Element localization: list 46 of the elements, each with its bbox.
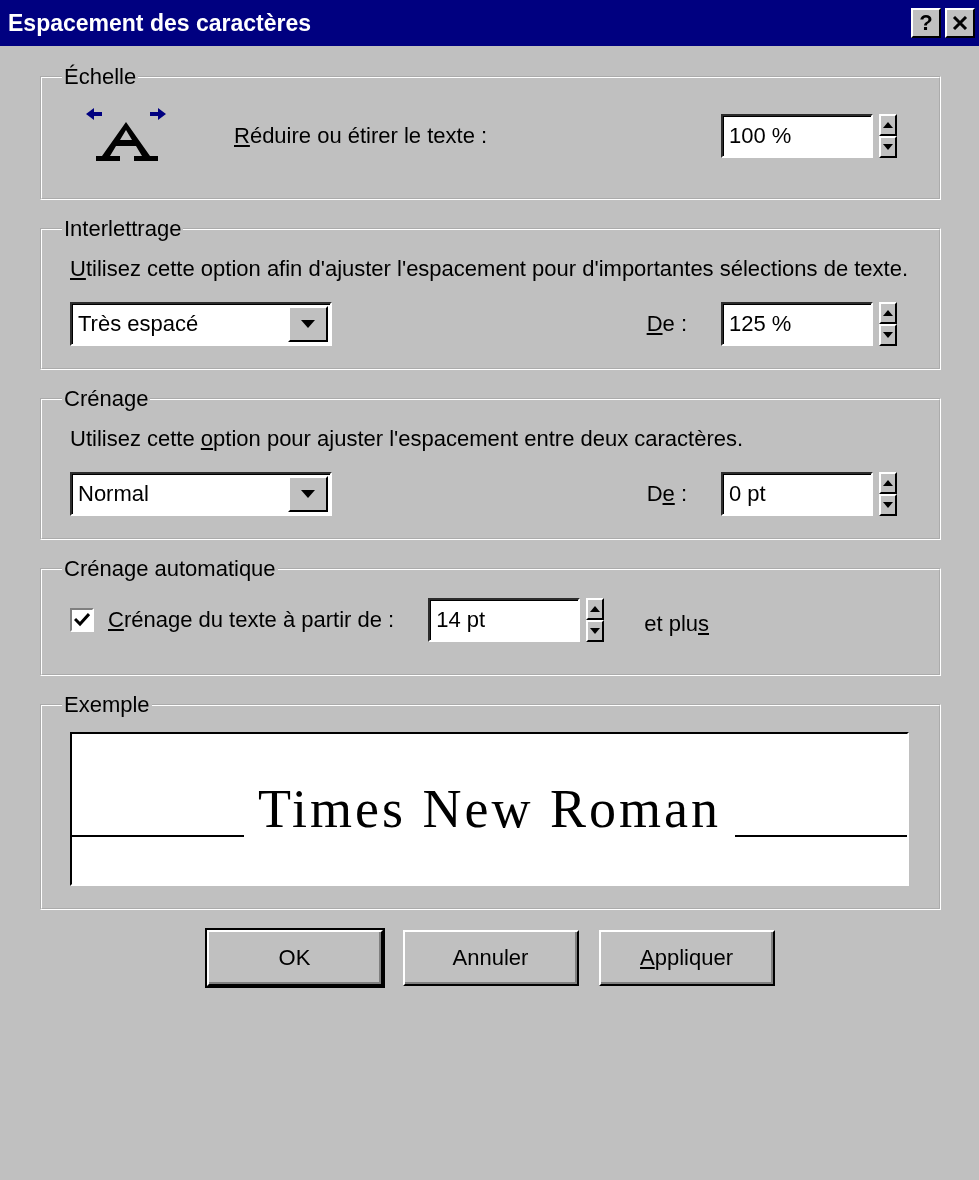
- down-arrow-icon: [590, 628, 601, 634]
- down-arrow-icon: [883, 332, 893, 338]
- dialog-button[interactable]: Annuler: [402, 930, 579, 986]
- window-title: Espacement des caractères: [8, 9, 313, 37]
- dialog-button[interactable]: Appliquer: [598, 930, 775, 986]
- spin-up-button[interactable]: [879, 472, 897, 494]
- spin-down-button[interactable]: [879, 494, 897, 516]
- suffix-label: et plus: [644, 611, 709, 637]
- spacing-dropdown[interactable]: Très espacé: [70, 302, 332, 346]
- spin-up-button[interactable]: [879, 302, 897, 324]
- spin-down-button[interactable]: [879, 136, 897, 158]
- help-button[interactable]: ?: [911, 8, 941, 38]
- group-title: Crénage automatique: [63, 556, 277, 582]
- spin-down-button[interactable]: [879, 324, 897, 346]
- close-button[interactable]: [945, 8, 975, 38]
- group-title: Exemple: [63, 692, 151, 718]
- checkmark-icon: [74, 613, 90, 627]
- amount-label: De :: [646, 481, 687, 507]
- amount-field[interactable]: 0 pt: [721, 472, 873, 516]
- spin-up-button[interactable]: [879, 114, 897, 136]
- group-title: Interlettrage: [63, 216, 183, 242]
- checkbox[interactable]: [70, 608, 94, 632]
- down-arrow-icon: [883, 144, 893, 150]
- down-arrow-icon: [883, 502, 893, 508]
- sample-text: Times New Roman: [257, 778, 722, 840]
- up-arrow-icon: [883, 480, 893, 486]
- option-description: Utilisez cette option afin d'ajuster l'espacement pour d'importantes sélections de texte.: [70, 255, 909, 283]
- up-arrow-icon: [883, 122, 893, 128]
- scale-label: Réduire ou étirer le texte :: [234, 123, 488, 149]
- spacing-dropdown[interactable]: Normal: [70, 472, 332, 516]
- spin-down-button[interactable]: [586, 620, 605, 642]
- up-arrow-icon: [883, 310, 893, 316]
- scale-field[interactable]: 100 %: [721, 114, 873, 158]
- dropdown-arrow-icon: [301, 490, 315, 498]
- amount-field[interactable]: 125 %: [721, 302, 873, 346]
- amount-label: De :: [646, 311, 687, 337]
- group-title: Échelle: [63, 64, 138, 90]
- option-description: Utilisez cette option pour ajuster l'espacement entre deux caractères.: [70, 425, 745, 453]
- spin-up-button[interactable]: [586, 598, 605, 620]
- dropdown-arrow-icon: [301, 320, 315, 328]
- group-title: Crénage: [63, 386, 150, 412]
- close-icon: [952, 16, 968, 30]
- size-field[interactable]: 14 pt: [428, 598, 581, 642]
- checkbox-label: Crénage du texte à partir de :: [108, 607, 395, 633]
- up-arrow-icon: [590, 606, 601, 612]
- dialog-button[interactable]: OK: [206, 930, 383, 986]
